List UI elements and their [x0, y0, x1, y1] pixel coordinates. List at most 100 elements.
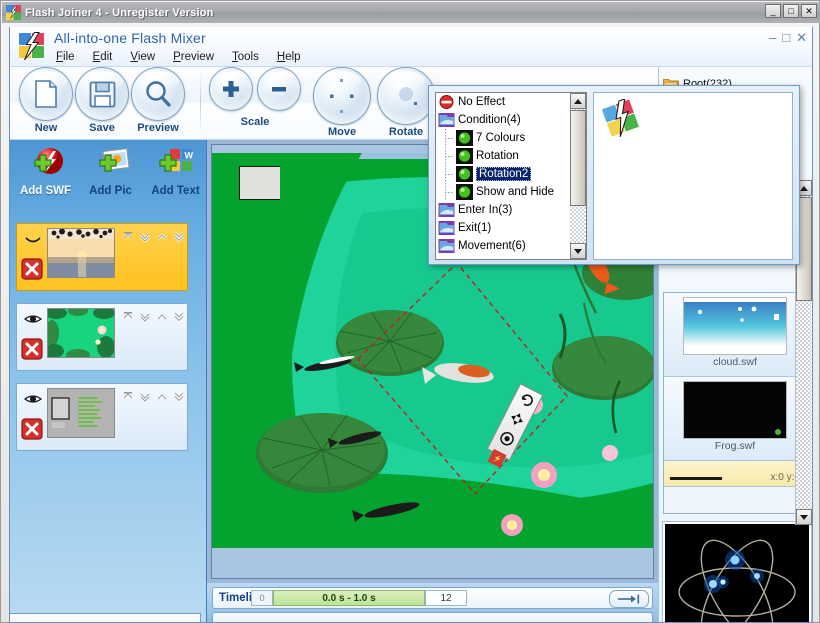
to-top-icon[interactable]	[121, 230, 135, 243]
stage-object-box[interactable]	[239, 166, 280, 200]
library-item-cloud-label: cloud.swf	[713, 356, 757, 368]
menu-preview[interactable]: Preview	[165, 49, 222, 65]
layer-arrow-controls[interactable]	[121, 230, 186, 243]
menu-file[interactable]: File	[48, 49, 83, 65]
magnifier-icon	[131, 67, 185, 121]
effects-tree-scrollbar[interactable]	[570, 93, 586, 259]
to-bottom-icon[interactable]	[172, 310, 186, 323]
move-button[interactable]: Move	[310, 67, 374, 138]
effect-row-show-and-hide[interactable]: Show and Hide	[436, 183, 586, 201]
eye-open-icon[interactable]	[23, 392, 43, 406]
timeline-start-field[interactable]: 0	[251, 590, 273, 606]
add-swf-button[interactable]: Add SWF	[16, 146, 75, 197]
menu-tools[interactable]: Tools	[224, 49, 267, 65]
layer-list[interactable]	[16, 223, 190, 615]
effect-row-7-colours[interactable]: 7 Colours	[436, 129, 586, 147]
eye-closed-icon[interactable]	[23, 232, 43, 246]
green-ball-icon	[456, 130, 473, 146]
down-icon[interactable]	[138, 230, 152, 243]
menubar: File Edit View Preview Tools Help	[48, 49, 309, 65]
library-thumbnails[interactable]: cloud.swf Frog.swf x:0 y:0	[663, 292, 807, 514]
add-swf-icon	[26, 146, 66, 184]
effect-row-no-effect[interactable]: No Effect	[436, 93, 586, 111]
new-button[interactable]: New	[18, 67, 74, 134]
rotate-label: Rotate	[388, 126, 424, 138]
add-pic-button[interactable]: Add Pic	[81, 146, 140, 197]
scroll-down-arrow[interactable]	[796, 509, 812, 525]
timeline-track[interactable]	[212, 612, 653, 622]
app-minimize-button[interactable]: –	[769, 31, 776, 44]
app-maximize-button[interactable]: □	[782, 31, 790, 44]
app-header: All-into-one Flash Mixer File Edit View …	[10, 27, 812, 67]
effect-row-rotation2[interactable]: Rotation2	[436, 165, 586, 183]
menu-edit[interactable]: Edit	[85, 49, 121, 65]
outer-minimize-button[interactable]: _	[765, 4, 781, 18]
library-item-frog[interactable]: Frog.swf	[664, 377, 806, 461]
timeline-end-field[interactable]: 12	[425, 590, 467, 606]
to-bottom-icon[interactable]	[172, 230, 186, 243]
black-frog-thumb	[683, 381, 787, 439]
up-icon[interactable]	[155, 310, 169, 323]
scale-up-button[interactable]	[209, 67, 253, 111]
menu-help[interactable]: Help	[269, 49, 309, 65]
up-icon[interactable]	[155, 230, 169, 243]
delete-x-icon[interactable]	[21, 338, 43, 360]
to-top-icon[interactable]	[121, 310, 135, 323]
up-icon[interactable]	[155, 390, 169, 403]
clipped-yellow-thumb	[670, 477, 722, 480]
app-close-button[interactable]: ✕	[796, 31, 807, 44]
layer-item-sunset[interactable]	[16, 223, 188, 291]
left-tools-panel: Add SWF Add Pic W Add Text	[10, 140, 207, 622]
layer-item-text[interactable]	[16, 383, 188, 451]
outer-window-controls: _ □ ✕	[765, 4, 817, 18]
delete-x-icon[interactable]	[21, 418, 43, 440]
down-icon[interactable]	[138, 310, 152, 323]
effects-tree[interactable]: No Effect Condition(4) 7 Colours Rotatio…	[435, 92, 587, 260]
cloud-sky-thumb	[683, 297, 787, 355]
eye-open-icon[interactable]	[23, 312, 43, 326]
layer-arrow-controls[interactable]	[121, 390, 186, 403]
timeline-row[interactable]: Timeline 0 0.0 s - 1.0 s 12	[212, 587, 653, 609]
add-text-label: Add Text	[151, 185, 200, 197]
effects-chooser[interactable]: No Effect Condition(4) 7 Colours Rotatio…	[428, 85, 800, 265]
layer-thumbnail-pond	[47, 308, 115, 358]
library-item-cloud[interactable]: cloud.swf	[664, 293, 806, 377]
effect-row-rotation[interactable]: Rotation	[436, 147, 586, 165]
effect-label: Rotation	[476, 150, 519, 162]
folder-effect-icon	[438, 202, 455, 218]
move-dpad-icon	[313, 67, 371, 125]
layer-arrow-controls[interactable]	[121, 310, 186, 323]
outer-close-button[interactable]: ✕	[801, 4, 817, 18]
main-toolbar: New Save Preview Scale Move Rotate	[10, 67, 440, 140]
save-button-label: Save	[89, 122, 115, 134]
app-title: All-into-one Flash Mixer	[54, 30, 206, 46]
effects-scroll-up-arrow[interactable]	[570, 93, 586, 109]
to-top-icon[interactable]	[121, 390, 135, 403]
folder-effect-icon	[438, 220, 455, 236]
add-text-button[interactable]: W Add Text	[146, 146, 205, 197]
effect-row-exit[interactable]: Exit(1)	[436, 219, 586, 237]
go-to-end-icon[interactable]	[609, 590, 649, 608]
down-icon[interactable]	[138, 390, 152, 403]
effect-row-enter-in[interactable]: Enter In(3)	[436, 201, 586, 219]
effect-row-condition[interactable]: Condition(4)	[436, 111, 586, 129]
effects-scroll-down-arrow[interactable]	[570, 243, 586, 259]
library-item-partial[interactable]: x:0 y:0	[664, 461, 806, 487]
atom-animation-preview[interactable]	[662, 521, 812, 622]
effect-row-movement[interactable]: Movement(6)	[436, 237, 586, 255]
scale-down-button[interactable]	[257, 67, 301, 111]
delete-x-icon[interactable]	[21, 258, 43, 280]
layer-item-pond[interactable]	[16, 303, 188, 371]
app-window-controls: – □ ✕	[769, 31, 807, 44]
menu-view[interactable]: View	[122, 49, 163, 65]
atom-orbit-thumb	[665, 524, 809, 622]
green-ball-icon	[456, 166, 473, 182]
to-bottom-icon[interactable]	[172, 390, 186, 403]
add-pic-label: Add Pic	[89, 185, 132, 197]
effect-preview-pane[interactable]	[593, 92, 793, 260]
preview-button[interactable]: Preview	[130, 67, 186, 134]
save-button[interactable]: Save	[74, 67, 130, 134]
outer-maximize-button[interactable]: □	[783, 4, 799, 18]
effects-scroll-thumb[interactable]	[570, 110, 586, 206]
timeline-range-block[interactable]: 0.0 s - 1.0 s	[273, 590, 425, 606]
